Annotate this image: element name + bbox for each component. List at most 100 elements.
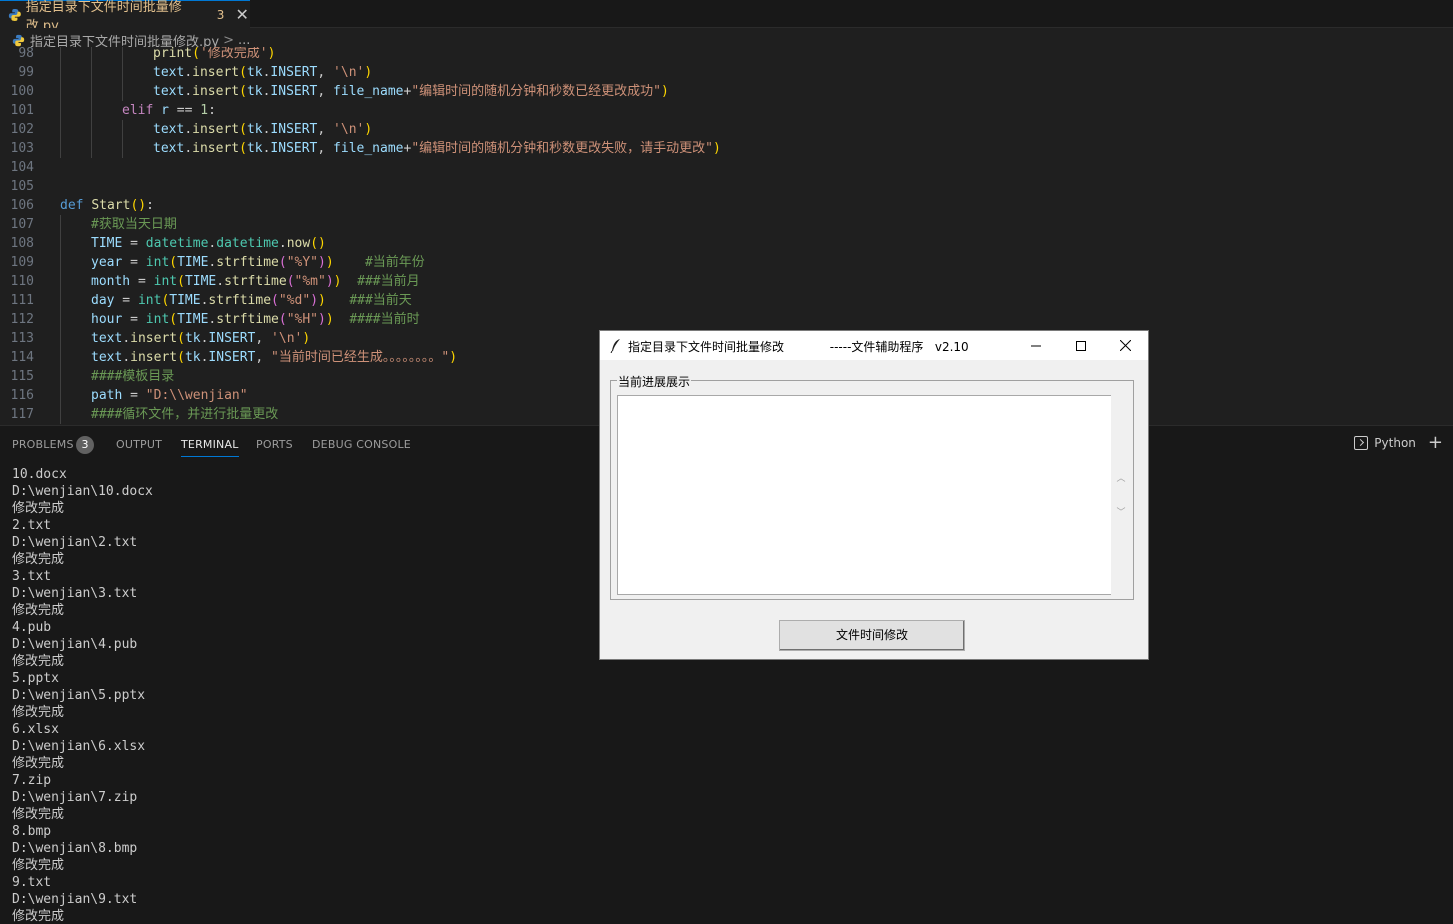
breadcrumb-more[interactable]: ... (238, 33, 250, 48)
tab-terminal[interactable]: TERMINAL (181, 438, 239, 457)
code-line[interactable]: 104 (0, 158, 1453, 177)
problems-badge: 3 (76, 436, 94, 454)
python-file-icon (8, 8, 21, 21)
terminal-line: D:\wenjian\10.docx (12, 484, 153, 499)
code-token: = (122, 312, 146, 327)
terminal-line: 修改完成 (12, 909, 65, 924)
code-token: ) (364, 65, 373, 80)
indent-guide (60, 386, 61, 405)
code-line[interactable]: 111 day = int(TIME.strftime("%d")) ###当前天 (0, 291, 1453, 310)
code-token: #获取当天日期 (91, 217, 177, 232)
indent-guide (122, 47, 123, 63)
terminal-shell-name[interactable]: Python (1374, 436, 1416, 450)
line-number: 114 (10, 350, 34, 365)
code-line[interactable]: 103 text.insert(tk.INSERT, file_name+"编辑时… (0, 139, 1453, 158)
code-token: int (153, 274, 178, 289)
code-token: strftime (216, 255, 279, 270)
terminal-line: 修改完成 (12, 654, 65, 669)
code-token: text (91, 331, 123, 346)
tab-output[interactable]: OUTPUT (116, 438, 162, 451)
tk-window-title: 指定目录下文件时间批量修改 -----文件辅助程序 v2.10 (628, 340, 969, 354)
code-token: . (278, 236, 287, 251)
code-token: int (145, 255, 170, 270)
code-line[interactable]: 105 (0, 177, 1453, 196)
code-token: . (216, 274, 225, 289)
tab-debug-console[interactable]: DEBUG CONSOLE (312, 438, 411, 451)
indent-guide (60, 272, 61, 291)
code-token: ( (169, 312, 178, 327)
code-token: . (184, 122, 193, 137)
code-line[interactable]: 100 text.insert(tk.INSERT, file_name+"编辑时… (0, 82, 1453, 101)
tab-ports[interactable]: PORTS (256, 438, 293, 451)
terminal-line: D:\wenjian\9.txt (12, 892, 138, 907)
maximize-button[interactable] (1058, 331, 1103, 360)
code-token: tk (246, 65, 263, 80)
code-token: '\n' (271, 331, 303, 346)
tk-title-bar[interactable]: 指定目录下文件时间批量修改 -----文件辅助程序 v2.10 (600, 331, 1148, 360)
code-line[interactable]: 109 year = int(TIME.strftime("%Y")) #当前年份 (0, 253, 1453, 272)
code-token: hour (91, 312, 123, 327)
code-token: . (184, 141, 193, 156)
code-text: text.insert(tk.INSERT, '\n') (153, 63, 372, 82)
code-token: , (255, 331, 272, 346)
code-token: , (317, 65, 334, 80)
code-line[interactable]: 107 #获取当天日期 (0, 215, 1453, 234)
code-token: ) (333, 274, 342, 289)
code-line[interactable]: 106 def Start(): (0, 196, 1453, 215)
code-text: day = int(TIME.strftime("%d")) ###当前天 (91, 291, 412, 310)
code-token: : (146, 198, 154, 213)
code-token: ###当前天 (349, 293, 412, 308)
modify-file-time-button[interactable]: 文件时间修改 (779, 620, 965, 651)
terminal-line: 9.txt (12, 875, 52, 890)
terminal-output[interactable]: 10.docx D:\wenjian\10.docx 修改完成 2.txt D:\wen… (12, 466, 153, 924)
tab-problems[interactable]: PROBLEMS (12, 438, 74, 451)
code-token: INSERT (208, 350, 256, 365)
code-line[interactable]: 112 hour = int(TIME.strftime("%H")) ####当… (0, 310, 1453, 329)
code-token: ) (318, 312, 326, 327)
code-line[interactable]: 98 print('修改完成') (0, 47, 1453, 63)
code-line[interactable]: 101 elif r == 1: (0, 101, 1453, 120)
code-token: "%Y" (286, 255, 319, 270)
code-token: text (153, 122, 185, 137)
new-terminal-plus-icon[interactable]: + (1428, 434, 1443, 452)
code-token: ( (286, 274, 295, 289)
line-number: 103 (10, 141, 34, 156)
close-icon[interactable]: ✕ (234, 5, 250, 24)
line-number: 108 (10, 236, 34, 251)
indent-guide (91, 47, 92, 63)
code-text: month = int(TIME.strftime("%m")) ###当前月 (91, 272, 420, 291)
code-token: . (184, 65, 193, 80)
code-line[interactable]: 110 month = int(TIME.strftime("%m")) ###当… (0, 272, 1453, 291)
code-line[interactable]: 99 text.insert(tk.INSERT, '\n') (0, 63, 1453, 82)
code-line[interactable]: 108 TIME = datetime.datetime.now() (0, 234, 1453, 253)
code-token: def (60, 198, 84, 213)
terminal-line: 修改完成 (12, 858, 65, 873)
scroll-down-arrow-icon[interactable]: ﹀ (1115, 505, 1127, 518)
line-number: 105 (10, 179, 34, 194)
code-token: INSERT (270, 65, 318, 80)
editor-tab[interactable]: 指定目录下文件时间批量修改.py 3 ✕ (0, 0, 250, 34)
close-window-button[interactable] (1103, 331, 1148, 360)
indent-guide (60, 253, 61, 272)
feather-icon (610, 339, 620, 353)
scroll-up-arrow-icon[interactable]: ︿ (1115, 471, 1127, 484)
terminal-line: D:\wenjian\3.txt (12, 586, 138, 601)
code-token: , (317, 84, 334, 99)
code-token: TIME (91, 236, 123, 251)
line-number: 117 (10, 407, 34, 422)
terminal-line: 3.txt (12, 569, 52, 584)
minimize-button[interactable] (1013, 331, 1058, 360)
code-token: tk (246, 122, 263, 137)
code-token: = (130, 274, 154, 289)
code-token: TIME (177, 312, 209, 327)
line-number: 106 (10, 198, 34, 213)
code-token: . (122, 331, 131, 346)
code-line[interactable]: 102 text.insert(tk.INSERT, '\n') (0, 120, 1453, 139)
problem-count: 3 (216, 7, 225, 22)
progress-text-area[interactable] (617, 395, 1111, 595)
code-token: ( (177, 274, 185, 289)
